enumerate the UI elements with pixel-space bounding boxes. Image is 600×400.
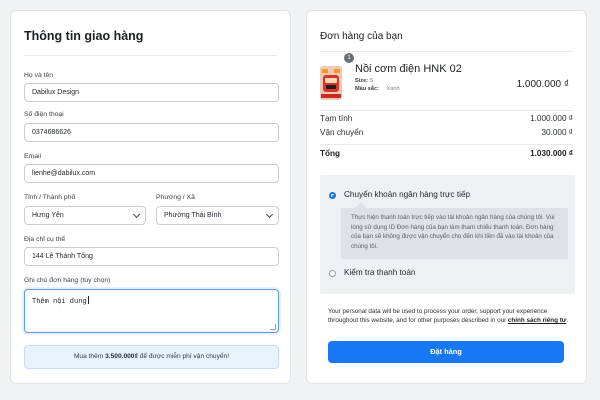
resize-handle-icon[interactable] xyxy=(270,324,276,330)
payment-methods: Chuyển khoản ngân hàng trực tiếp Thực hi… xyxy=(320,175,575,294)
order-title-divider xyxy=(320,51,573,52)
rice-cooker-image-icon xyxy=(320,66,342,100)
product-color-value: Xanh xyxy=(386,86,400,92)
product-color: Màu sắc: Xanh xyxy=(355,86,400,92)
province-label: Tỉnh / Thành phố xyxy=(24,194,76,201)
province-select[interactable]: Hưng Yên xyxy=(24,206,146,225)
check-payment-label[interactable]: Kiểm tra thanh toán xyxy=(344,268,415,277)
subtotal-label: Tạm tính xyxy=(320,114,353,123)
product-thumbnail xyxy=(320,66,342,100)
product-size-value: S xyxy=(369,78,374,84)
shipping-form-card: Thông tin giao hàng Họ và tên Dabilux De… xyxy=(10,10,291,384)
shipping-title: Thông tin giao hàng xyxy=(24,29,144,43)
fullname-label: Họ và tên xyxy=(24,72,54,79)
quantity-badge: 1 xyxy=(344,53,354,63)
order-summary-card: Đơn hàng của bạn Nồi cơm điện HNK 02 Siz… xyxy=(306,10,587,384)
place-order-button[interactable]: Đặt hàng xyxy=(328,341,564,363)
chevron-down-icon xyxy=(265,210,274,219)
privacy-policy-link[interactable]: chính sách riêng tư xyxy=(508,317,566,324)
free-shipping-amount: 3.500.000₫ xyxy=(105,353,138,360)
subtotal-value: 1.000.000 ₫ xyxy=(530,114,573,123)
text-cursor xyxy=(87,296,89,304)
order-title: Đơn hàng của bạn xyxy=(320,31,403,42)
product-size-label: Size: xyxy=(355,78,369,84)
bank-transfer-radio[interactable] xyxy=(329,192,336,199)
product-size: Size: S xyxy=(355,78,373,84)
email-label: Email xyxy=(24,153,41,160)
subtotal-row: Tạm tính 1.000.000 ₫ xyxy=(320,114,573,123)
product-name: Nồi cơm điện HNK 02 xyxy=(355,63,462,75)
privacy-end: . xyxy=(566,317,569,325)
shipping-fee-label: Vận chuyển xyxy=(320,128,364,137)
privacy-notice: Your personal data will be used to proce… xyxy=(328,307,571,326)
items-divider xyxy=(320,110,573,111)
address-input[interactable]: 144 Lê Thánh Tông xyxy=(24,247,279,266)
ward-label: Phường / Xã xyxy=(156,194,195,201)
bank-transfer-description: Thực hiện thanh toán trực tiếp vào tài k… xyxy=(341,202,568,259)
title-divider xyxy=(24,55,277,56)
shipping-fee-value: 30.000 ₫ xyxy=(541,128,573,137)
chevron-down-icon xyxy=(132,210,141,219)
product-color-label: Màu sắc: xyxy=(355,86,379,92)
product-price: 1.000.000 ₫ xyxy=(516,79,569,90)
total-label: Tổng xyxy=(320,149,341,158)
bank-transfer-label[interactable]: Chuyển khoản ngân hàng trực tiếp xyxy=(344,190,470,199)
note-value: Thêm nội dung xyxy=(32,298,87,306)
phone-label: Số điện thoại xyxy=(24,111,64,118)
check-payment-radio[interactable] xyxy=(329,270,336,277)
email-input[interactable]: lienhe@dabilux.com xyxy=(24,164,279,183)
ward-value: Phường Thái Bình xyxy=(164,212,222,219)
totals-divider xyxy=(320,144,573,145)
total-row: Tổng 1.030.000 ₫ xyxy=(320,149,573,158)
province-value: Hưng Yên xyxy=(32,212,64,219)
note-label: Ghi chú đơn hàng (tùy chọn) xyxy=(24,277,111,284)
ward-select[interactable]: Phường Thái Bình xyxy=(156,206,279,225)
fullname-input[interactable]: Dabilux Design xyxy=(24,83,279,102)
shipping-row: Vận chuyển 30.000 ₫ xyxy=(320,128,573,137)
phone-input[interactable]: 0374686626 xyxy=(24,123,279,142)
address-label: Địa chỉ cụ thể xyxy=(24,236,66,243)
total-value: 1.030.000 ₫ xyxy=(530,149,573,158)
free-shipping-prefix: Mua thêm xyxy=(73,353,104,360)
free-shipping-notice: Mua thêm 3.500.000₫ để được miễn phí vận… xyxy=(24,345,279,369)
free-shipping-suffix: để được miễn phí vận chuyển! xyxy=(139,353,230,360)
note-textarea[interactable]: Thêm nội dung xyxy=(24,289,279,333)
